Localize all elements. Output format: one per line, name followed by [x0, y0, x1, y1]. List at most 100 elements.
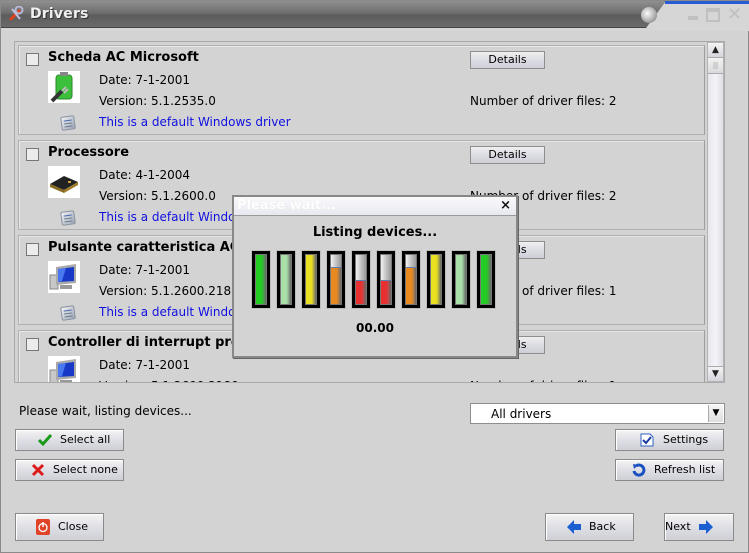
driver-checkbox[interactable]	[26, 53, 39, 66]
level-bar-track	[380, 254, 392, 305]
close-window-button[interactable]: ✕	[727, 6, 742, 24]
driver-date: Date: 7-1-2001	[99, 73, 191, 87]
driver-date: Date: 4-1-2004	[99, 168, 191, 182]
red-x-icon	[31, 463, 45, 477]
dialog-title: Please wait...	[237, 198, 336, 213]
arrow-left-icon	[567, 520, 581, 534]
level-bar-track	[480, 254, 492, 305]
level-bar	[476, 250, 496, 309]
level-bar-fill	[256, 255, 266, 304]
driver-checkbox[interactable]	[26, 148, 39, 161]
close-button[interactable]: Close	[15, 513, 104, 541]
scroll-up-button[interactable]: ▲	[708, 43, 723, 58]
select-none-button[interactable]: Select none	[15, 459, 124, 481]
tools-icon	[9, 6, 24, 21]
level-bar-fill	[381, 279, 391, 304]
driver-version: Version: 5.1.2600.2180	[99, 284, 239, 298]
level-bar-fill	[356, 279, 366, 304]
title-bar[interactable]: Drivers ✕	[1, 1, 749, 31]
progress-bars	[251, 250, 501, 310]
level-bar	[301, 250, 321, 309]
driver-date: Date: 7-1-2001	[99, 263, 191, 277]
level-bar-fill	[331, 267, 341, 304]
back-button[interactable]: Back	[545, 513, 634, 541]
level-bar	[426, 250, 446, 309]
app-logo-icon	[641, 7, 657, 23]
refresh-icon	[632, 463, 646, 477]
level-bar	[451, 250, 471, 309]
windows-driver-icon	[60, 210, 76, 226]
arrow-right-icon	[699, 520, 713, 534]
driver-version: Version: 5.1.2535.0	[99, 94, 216, 108]
dialog-message: Listing devices...	[312, 225, 438, 240]
level-bar	[251, 250, 271, 309]
minimize-button[interactable]	[686, 8, 700, 22]
settings-checkbox-icon	[640, 433, 654, 447]
windows-driver-icon	[60, 305, 76, 321]
level-bar-fill	[431, 255, 441, 304]
select-all-label: Select all	[60, 433, 111, 446]
driver-name: Scheda AC Microsoft	[48, 50, 199, 65]
level-bar-fill	[281, 255, 291, 304]
level-bar-track	[455, 254, 467, 305]
level-bar	[351, 250, 371, 309]
driver-version: Version: 5.1.2600.0	[99, 189, 216, 203]
maximize-button[interactable]	[706, 8, 720, 22]
level-bar-fill	[306, 255, 316, 304]
battery-plug-icon	[48, 71, 80, 103]
settings-button[interactable]: Settings	[615, 429, 724, 451]
level-bar	[376, 250, 396, 309]
driver-list-scrollbar[interactable]: ▲ ▼	[707, 42, 724, 382]
progress-counter: 00.00	[356, 321, 394, 335]
level-bar-track	[355, 254, 367, 305]
driver-file-count: Number of driver files: 2	[470, 94, 617, 108]
level-bar-track	[405, 254, 417, 305]
filter-value: All drivers	[491, 407, 552, 421]
driver-checkbox[interactable]	[26, 243, 39, 256]
computer-monitor-icon	[48, 356, 80, 382]
driver-name: Processore	[48, 145, 130, 160]
select-none-label: Select none	[53, 463, 118, 476]
close-label: Close	[58, 520, 88, 533]
level-bar	[401, 250, 421, 309]
select-all-button[interactable]: Select all	[15, 429, 124, 451]
level-bar-track	[280, 254, 292, 305]
settings-label: Settings	[663, 433, 709, 446]
dialog-title-bar[interactable]: Please wait... ×	[234, 197, 516, 216]
scroll-down-button[interactable]: ▼	[708, 366, 723, 381]
level-bar-track	[305, 254, 317, 305]
driver-item[interactable]: Scheda AC Microsoft Date: 7-1-2001 Versi…	[18, 45, 705, 135]
details-button[interactable]: Details	[470, 146, 545, 164]
driver-date: Date: 7-1-2001	[99, 358, 191, 372]
checkmark-icon	[38, 434, 52, 447]
level-bar-fill	[406, 267, 416, 304]
back-label: Back	[589, 520, 616, 533]
chevron-down-icon[interactable]: ▼	[708, 405, 723, 422]
driver-filter-select[interactable]: All drivers ▼	[470, 403, 725, 424]
level-bar-track	[255, 254, 267, 305]
level-bar-fill	[481, 255, 491, 304]
refresh-list-label: Refresh list	[654, 463, 716, 476]
dialog-close-button[interactable]: ×	[500, 198, 511, 213]
level-bar	[326, 250, 346, 309]
refresh-list-button[interactable]: Refresh list	[615, 459, 724, 481]
computer-monitor-icon	[48, 261, 80, 293]
windows-driver-icon	[60, 115, 76, 131]
please-wait-dialog: Please wait... × Listing devices... 00.0…	[232, 195, 518, 358]
scroll-thumb[interactable]	[708, 58, 723, 74]
level-bar-fill	[456, 255, 466, 304]
default-driver-link[interactable]: This is a default Windows driver	[99, 115, 291, 129]
level-bar-track	[430, 254, 442, 305]
cpu-chip-icon	[48, 166, 80, 198]
driver-checkbox[interactable]	[26, 338, 39, 351]
level-bar	[276, 250, 296, 309]
next-button[interactable]: Next	[664, 513, 734, 541]
next-label: Next	[665, 520, 691, 533]
status-text: Please wait, listing devices...	[19, 404, 192, 418]
details-button[interactable]: Details	[470, 51, 545, 69]
level-bar-track	[330, 254, 342, 305]
title-bar-background	[1, 1, 666, 28]
driver-file-count: Number of driver files: 1	[470, 379, 617, 382]
driver-version: Version: 5.1.2600.2180	[99, 379, 239, 382]
window-title: Drivers	[30, 6, 89, 22]
